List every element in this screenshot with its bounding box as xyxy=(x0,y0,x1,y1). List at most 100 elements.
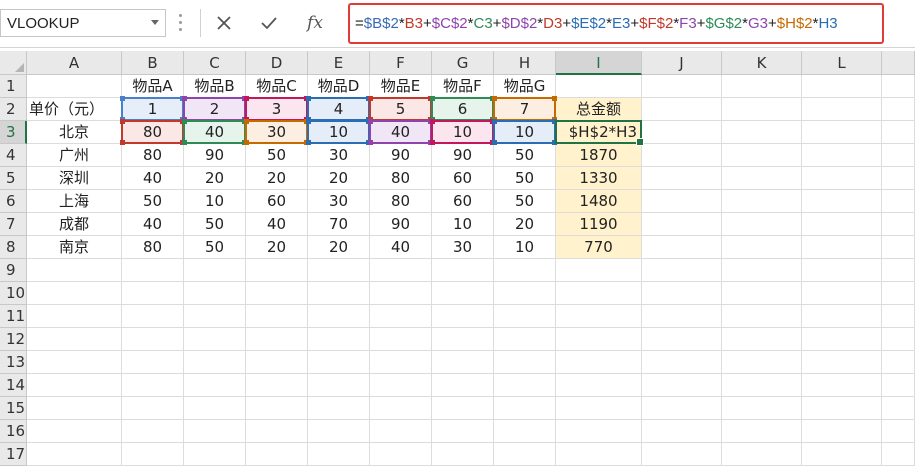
enter-button[interactable] xyxy=(254,9,284,37)
cell-b1[interactable]: 物品A xyxy=(122,75,184,98)
cell-j8[interactable] xyxy=(642,236,722,259)
cell-a15[interactable] xyxy=(27,397,122,420)
cell-l15[interactable] xyxy=(802,397,882,420)
cell-l8[interactable] xyxy=(802,236,882,259)
cell-l13[interactable] xyxy=(802,351,882,374)
cell-b17[interactable] xyxy=(122,443,184,466)
cell-i15[interactable] xyxy=(556,397,642,420)
row-header-2[interactable]: 2 xyxy=(0,98,27,121)
cell-c13[interactable] xyxy=(184,351,246,374)
cell-j16[interactable] xyxy=(642,420,722,443)
cell-h16[interactable] xyxy=(494,420,556,443)
cell-i14[interactable] xyxy=(556,374,642,397)
cell-k9[interactable] xyxy=(722,259,802,282)
cell-e7[interactable]: 70 xyxy=(308,213,370,236)
cell-c2[interactable]: 2 xyxy=(184,98,246,121)
cell-d15[interactable] xyxy=(246,397,308,420)
cell-l3[interactable] xyxy=(802,121,882,144)
cell-d1[interactable]: 物品C xyxy=(246,75,308,98)
chevron-down-icon[interactable] xyxy=(151,20,159,25)
cell-l17[interactable] xyxy=(802,443,882,466)
cell-d3[interactable]: 30 xyxy=(246,121,308,144)
cell-a10[interactable] xyxy=(27,282,122,305)
cell-e10[interactable] xyxy=(308,282,370,305)
cell-b4[interactable]: 80 xyxy=(122,144,184,167)
cell-f7[interactable]: 90 xyxy=(370,213,432,236)
cell-b13[interactable] xyxy=(122,351,184,374)
cell-g13[interactable] xyxy=(432,351,494,374)
column-header-e[interactable]: E xyxy=(308,51,370,75)
cell-d17[interactable] xyxy=(246,443,308,466)
cell-h17[interactable] xyxy=(494,443,556,466)
cell-k3[interactable] xyxy=(722,121,802,144)
cell-k8[interactable] xyxy=(722,236,802,259)
cell-h7[interactable]: 20 xyxy=(494,213,556,236)
cell-l14[interactable] xyxy=(802,374,882,397)
cell-c15[interactable] xyxy=(184,397,246,420)
cell-f15[interactable] xyxy=(370,397,432,420)
cell-f13[interactable] xyxy=(370,351,432,374)
cell-e8[interactable]: 20 xyxy=(308,236,370,259)
cell-b7[interactable]: 40 xyxy=(122,213,184,236)
column-header-f[interactable]: F xyxy=(370,51,432,75)
cell-e5[interactable]: 20 xyxy=(308,167,370,190)
cell-i9[interactable] xyxy=(556,259,642,282)
cell-h10[interactable] xyxy=(494,282,556,305)
cell-f5[interactable]: 80 xyxy=(370,167,432,190)
cell-l9[interactable] xyxy=(802,259,882,282)
cell-f3[interactable]: 40 xyxy=(370,121,432,144)
cell-j9[interactable] xyxy=(642,259,722,282)
cell-a3[interactable]: 北京 xyxy=(27,121,122,144)
column-header-b[interactable]: B xyxy=(122,51,184,75)
row-header-3[interactable]: 3 xyxy=(0,121,27,144)
row-header-9[interactable]: 9 xyxy=(0,259,27,282)
cell-f12[interactable] xyxy=(370,328,432,351)
cell-a6[interactable]: 上海 xyxy=(27,190,122,213)
cell-l5[interactable] xyxy=(802,167,882,190)
cell-c16[interactable] xyxy=(184,420,246,443)
cell-d14[interactable] xyxy=(246,374,308,397)
cell-f1[interactable]: 物品E xyxy=(370,75,432,98)
cell-b2[interactable]: 1 xyxy=(122,98,184,121)
cell-b6[interactable]: 50 xyxy=(122,190,184,213)
cell-b5[interactable]: 40 xyxy=(122,167,184,190)
cell-i4[interactable]: 1870 xyxy=(556,144,642,167)
cell-j1[interactable] xyxy=(642,75,722,98)
cell-d4[interactable]: 50 xyxy=(246,144,308,167)
cell-k17[interactable] xyxy=(722,443,802,466)
cell-b12[interactable] xyxy=(122,328,184,351)
column-header-k[interactable]: K xyxy=(722,51,802,75)
cell-l12[interactable] xyxy=(802,328,882,351)
cell-c6[interactable]: 10 xyxy=(184,190,246,213)
cell-f8[interactable]: 40 xyxy=(370,236,432,259)
cell-a14[interactable] xyxy=(27,374,122,397)
cell-h4[interactable]: 50 xyxy=(494,144,556,167)
cell-f10[interactable] xyxy=(370,282,432,305)
cell-c4[interactable]: 90 xyxy=(184,144,246,167)
cell-l16[interactable] xyxy=(802,420,882,443)
cell-d7[interactable]: 40 xyxy=(246,213,308,236)
cell-g17[interactable] xyxy=(432,443,494,466)
cell-i6[interactable]: 1480 xyxy=(556,190,642,213)
cell-g16[interactable] xyxy=(432,420,494,443)
cell-d16[interactable] xyxy=(246,420,308,443)
cell-a4[interactable]: 广州 xyxy=(27,144,122,167)
cell-g6[interactable]: 60 xyxy=(432,190,494,213)
cell-i10[interactable] xyxy=(556,282,642,305)
cell-i3[interactable]: $H$2*H3 xyxy=(556,121,642,144)
row-header-12[interactable]: 12 xyxy=(0,328,27,351)
row-header-17[interactable]: 17 xyxy=(0,443,27,466)
cell-h13[interactable] xyxy=(494,351,556,374)
cell-i11[interactable] xyxy=(556,305,642,328)
cell-b3[interactable]: 80 xyxy=(122,121,184,144)
cell-k2[interactable] xyxy=(722,98,802,121)
column-header-d[interactable]: D xyxy=(246,51,308,75)
cell-c11[interactable] xyxy=(184,305,246,328)
cell-b15[interactable] xyxy=(122,397,184,420)
cell-e16[interactable] xyxy=(308,420,370,443)
cell-c10[interactable] xyxy=(184,282,246,305)
cell-h12[interactable] xyxy=(494,328,556,351)
cell-g10[interactable] xyxy=(432,282,494,305)
cell-j13[interactable] xyxy=(642,351,722,374)
cell-a7[interactable]: 成都 xyxy=(27,213,122,236)
